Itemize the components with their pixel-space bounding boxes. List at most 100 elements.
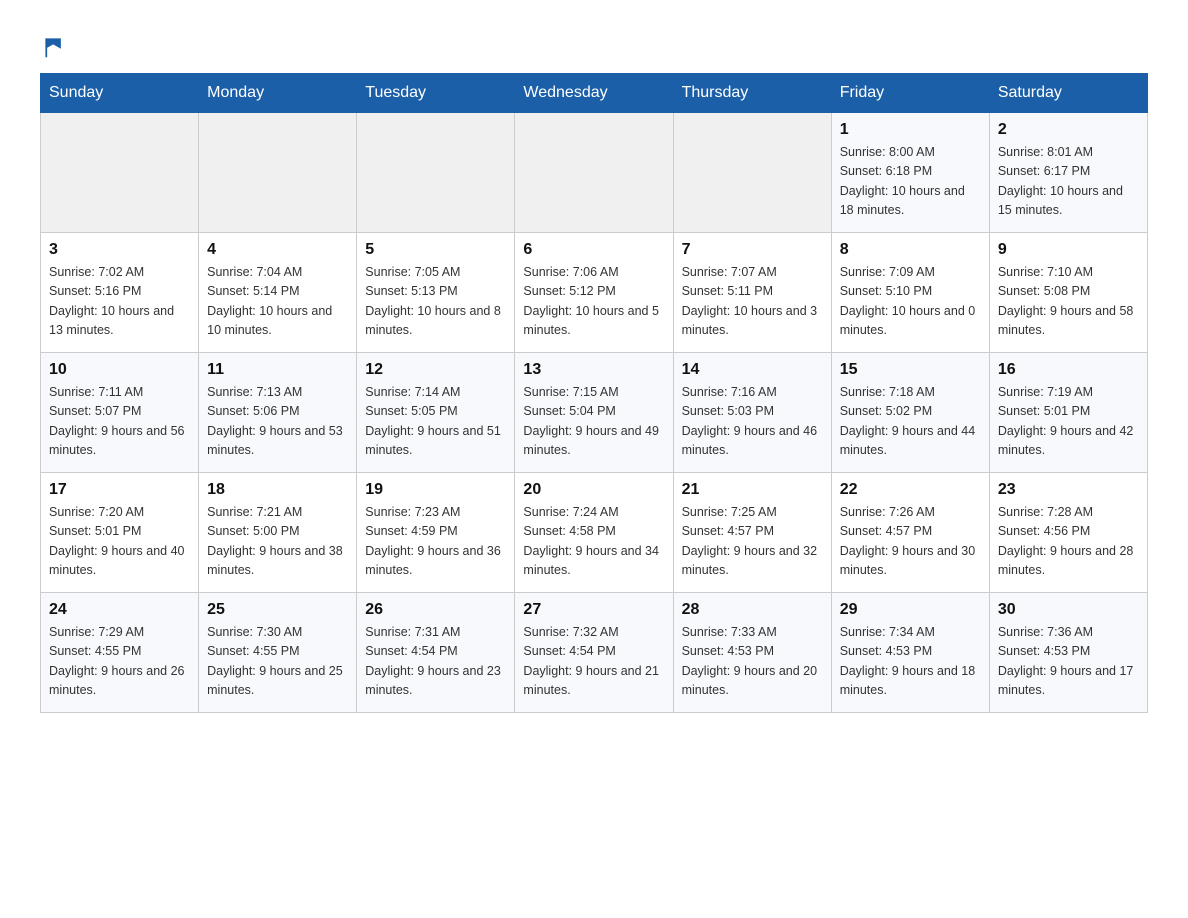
day-number: 4 <box>207 241 348 259</box>
header-saturday: Saturday <box>989 74 1147 113</box>
day-number: 6 <box>523 241 664 259</box>
calendar-cell: 7Sunrise: 7:07 AMSunset: 5:11 PMDaylight… <box>673 233 831 353</box>
day-info: Sunrise: 7:31 AMSunset: 4:54 PMDaylight:… <box>365 623 506 701</box>
calendar-cell: 28 Sunrise: 7:33 AMSunset: 4:53 PMDayligh… <box>673 593 831 713</box>
day-info: Sunrise: 7:11 AMSunset: 5:07 PMDaylight:… <box>49 383 190 461</box>
day-info: Sunrise: 7:20 AMSunset: 5:01 PMDaylight:… <box>49 503 190 581</box>
header-friday: Friday <box>831 74 989 113</box>
day-info: Sunrise: 7:15 AMSunset: 5:04 PMDaylight:… <box>523 383 664 461</box>
calendar-cell: 25 Sunrise: 7:30 AMSunset: 4:55 PMDayligh… <box>199 593 357 713</box>
day-info: Sunrise: 7:24 AMSunset: 4:58 PMDaylight:… <box>523 503 664 581</box>
day-info: Sunrise: 7:34 AMSunset: 4:53 PMDaylight:… <box>840 623 981 701</box>
day-info: Sunrise: 7:19 AMSunset: 5:01 PMDaylight:… <box>998 383 1139 461</box>
week-row-1: 1 Sunrise: 8:00 AMSunset: 6:18 PMDaylight… <box>41 113 1148 233</box>
calendar-cell: 2 Sunrise: 8:01 AMSunset: 6:17 PMDaylight… <box>989 113 1147 233</box>
day-info: Sunrise: 7:10 AMSunset: 5:08 PMDaylight:… <box>998 263 1139 341</box>
calendar-cell: 24 Sunrise: 7:29 AMSunset: 4:55 PMDayligh… <box>41 593 199 713</box>
day-info: Sunrise: 8:00 AMSunset: 6:18 PMDaylight:… <box>840 143 981 221</box>
calendar-cell: 20 Sunrise: 7:24 AMSunset: 4:58 PMDayligh… <box>515 473 673 593</box>
day-number: 27 <box>523 601 664 619</box>
week-row-2: 3 Sunrise: 7:02 AMSunset: 5:16 PMDaylight… <box>41 233 1148 353</box>
day-number: 3 <box>49 241 190 259</box>
day-info: Sunrise: 7:13 AMSunset: 5:06 PMDaylight:… <box>207 383 348 461</box>
day-number: 23 <box>998 481 1139 499</box>
day-info: Sunrise: 7:14 AMSunset: 5:05 PMDaylight:… <box>365 383 506 461</box>
day-info: Sunrise: 7:05 AMSunset: 5:13 PMDaylight:… <box>365 263 506 341</box>
day-number: 10 <box>49 361 190 379</box>
day-number: 30 <box>998 601 1139 619</box>
day-number: 19 <box>365 481 506 499</box>
day-number: 25 <box>207 601 348 619</box>
header-thursday: Thursday <box>673 74 831 113</box>
day-number: 29 <box>840 601 981 619</box>
day-number: 2 <box>998 121 1139 139</box>
day-number: 11 <box>207 361 348 379</box>
day-number: 16 <box>998 361 1139 379</box>
header-tuesday: Tuesday <box>357 74 515 113</box>
day-info: Sunrise: 7:23 AMSunset: 4:59 PMDaylight:… <box>365 503 506 581</box>
day-number: 21 <box>682 481 823 499</box>
day-number: 7 <box>682 241 823 259</box>
day-info: Sunrise: 7:02 AMSunset: 5:16 PMDaylight:… <box>49 263 190 341</box>
calendar-cell: 12 Sunrise: 7:14 AMSunset: 5:05 PMDayligh… <box>357 353 515 473</box>
day-number: 12 <box>365 361 506 379</box>
day-number: 13 <box>523 361 664 379</box>
calendar-cell: 22 Sunrise: 7:26 AMSunset: 4:57 PMDayligh… <box>831 473 989 593</box>
day-number: 20 <box>523 481 664 499</box>
day-number: 1 <box>840 121 981 139</box>
calendar-cell: 13 Sunrise: 7:15 AMSunset: 5:04 PMDayligh… <box>515 353 673 473</box>
week-row-4: 17 Sunrise: 7:20 AMSunset: 5:01 PMDayligh… <box>41 473 1148 593</box>
day-info: Sunrise: 7:21 AMSunset: 5:00 PMDaylight:… <box>207 503 348 581</box>
day-number: 18 <box>207 481 348 499</box>
calendar-cell <box>515 113 673 233</box>
day-info: Sunrise: 7:32 AMSunset: 4:54 PMDaylight:… <box>523 623 664 701</box>
day-number: 24 <box>49 601 190 619</box>
calendar-cell: 27 Sunrise: 7:32 AMSunset: 4:54 PMDayligh… <box>515 593 673 713</box>
day-number: 22 <box>840 481 981 499</box>
day-info: Sunrise: 7:25 AMSunset: 4:57 PMDaylight:… <box>682 503 823 581</box>
day-number: 5 <box>365 241 506 259</box>
weekday-header-row: SundayMondayTuesdayWednesdayThursdayFrid… <box>41 74 1148 113</box>
day-number: 14 <box>682 361 823 379</box>
calendar-cell: 6Sunrise: 7:06 AMSunset: 5:12 PMDaylight… <box>515 233 673 353</box>
day-info: Sunrise: 7:16 AMSunset: 5:03 PMDaylight:… <box>682 383 823 461</box>
day-info: Sunrise: 8:01 AMSunset: 6:17 PMDaylight:… <box>998 143 1139 221</box>
calendar-cell: 15 Sunrise: 7:18 AMSunset: 5:02 PMDayligh… <box>831 353 989 473</box>
header-sunday: Sunday <box>41 74 199 113</box>
calendar-cell: 10 Sunrise: 7:11 AMSunset: 5:07 PMDayligh… <box>41 353 199 473</box>
day-info: Sunrise: 7:29 AMSunset: 4:55 PMDaylight:… <box>49 623 190 701</box>
calendar-cell <box>357 113 515 233</box>
calendar-cell: 26Sunrise: 7:31 AMSunset: 4:54 PMDayligh… <box>357 593 515 713</box>
calendar-cell: 30 Sunrise: 7:36 AMSunset: 4:53 PMDayligh… <box>989 593 1147 713</box>
calendar-cell: 11 Sunrise: 7:13 AMSunset: 5:06 PMDayligh… <box>199 353 357 473</box>
calendar-cell: 3 Sunrise: 7:02 AMSunset: 5:16 PMDaylight… <box>41 233 199 353</box>
calendar-cell: 19 Sunrise: 7:23 AMSunset: 4:59 PMDayligh… <box>357 473 515 593</box>
page-header <box>40 30 1148 53</box>
day-number: 28 <box>682 601 823 619</box>
day-number: 15 <box>840 361 981 379</box>
day-info: Sunrise: 7:26 AMSunset: 4:57 PMDaylight:… <box>840 503 981 581</box>
logo-flag-icon <box>42 35 66 59</box>
calendar-cell <box>41 113 199 233</box>
week-row-3: 10 Sunrise: 7:11 AMSunset: 5:07 PMDayligh… <box>41 353 1148 473</box>
header-wednesday: Wednesday <box>515 74 673 113</box>
day-info: Sunrise: 7:36 AMSunset: 4:53 PMDaylight:… <box>998 623 1139 701</box>
day-number: 8 <box>840 241 981 259</box>
day-info: Sunrise: 7:09 AMSunset: 5:10 PMDaylight:… <box>840 263 981 341</box>
calendar-cell: 1 Sunrise: 8:00 AMSunset: 6:18 PMDaylight… <box>831 113 989 233</box>
calendar-cell: 16 Sunrise: 7:19 AMSunset: 5:01 PMDayligh… <box>989 353 1147 473</box>
calendar-table: SundayMondayTuesdayWednesdayThursdayFrid… <box>40 73 1148 713</box>
calendar-cell: 17 Sunrise: 7:20 AMSunset: 5:01 PMDayligh… <box>41 473 199 593</box>
day-info: Sunrise: 7:28 AMSunset: 4:56 PMDaylight:… <box>998 503 1139 581</box>
calendar-cell <box>199 113 357 233</box>
day-info: Sunrise: 7:18 AMSunset: 5:02 PMDaylight:… <box>840 383 981 461</box>
day-number: 17 <box>49 481 190 499</box>
calendar-cell: 5 Sunrise: 7:05 AMSunset: 5:13 PMDaylight… <box>357 233 515 353</box>
calendar-cell: 21 Sunrise: 7:25 AMSunset: 4:57 PMDayligh… <box>673 473 831 593</box>
week-row-5: 24 Sunrise: 7:29 AMSunset: 4:55 PMDayligh… <box>41 593 1148 713</box>
day-info: Sunrise: 7:33 AMSunset: 4:53 PMDaylight:… <box>682 623 823 701</box>
day-number: 9 <box>998 241 1139 259</box>
day-info: Sunrise: 7:30 AMSunset: 4:55 PMDaylight:… <box>207 623 348 701</box>
calendar-cell: 8 Sunrise: 7:09 AMSunset: 5:10 PMDaylight… <box>831 233 989 353</box>
logo <box>40 35 68 53</box>
